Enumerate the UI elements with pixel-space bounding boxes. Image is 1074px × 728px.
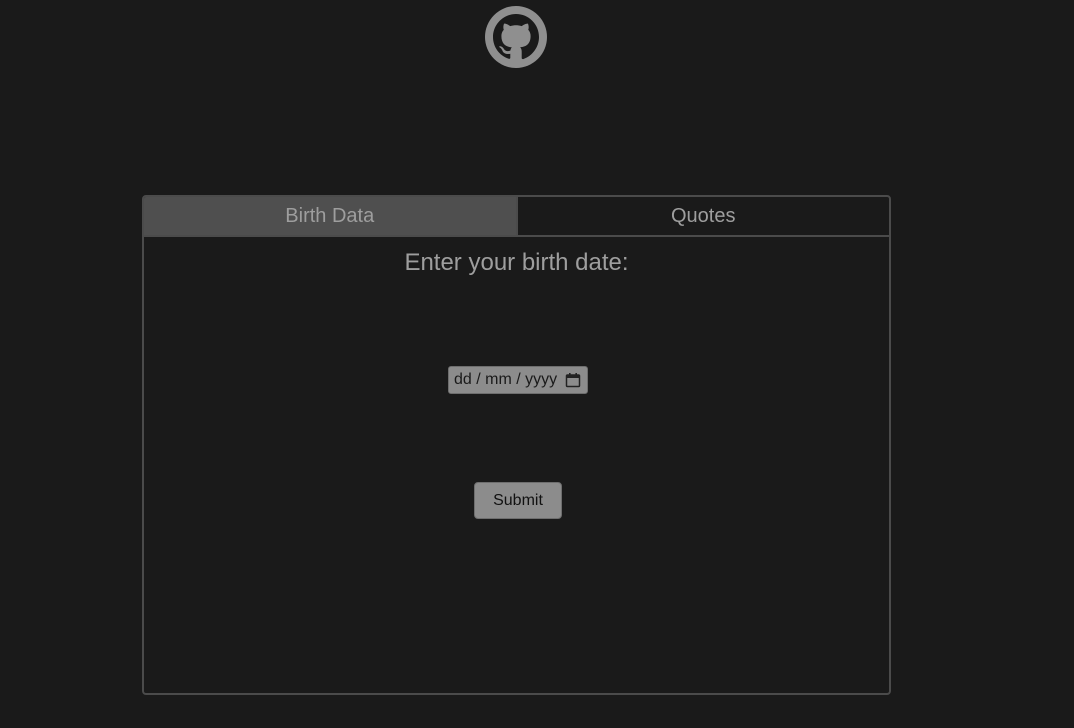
birth-date-input[interactable]: dd / mm / yyyy xyxy=(448,366,588,394)
submit-button[interactable]: Submit xyxy=(474,482,562,519)
date-placeholder: dd / mm / yyyy xyxy=(454,371,558,388)
calendar-icon[interactable] xyxy=(565,372,581,388)
tab-quotes[interactable]: Quotes xyxy=(515,197,890,235)
tab-bar: Birth Data Quotes xyxy=(144,197,889,237)
github-logo-icon[interactable] xyxy=(485,6,547,68)
form-heading: Enter your birth date: xyxy=(404,249,629,276)
main-panel: Birth Data Quotes Enter your birth date:… xyxy=(142,195,891,695)
tab-birth-data[interactable]: Birth Data xyxy=(144,197,516,235)
